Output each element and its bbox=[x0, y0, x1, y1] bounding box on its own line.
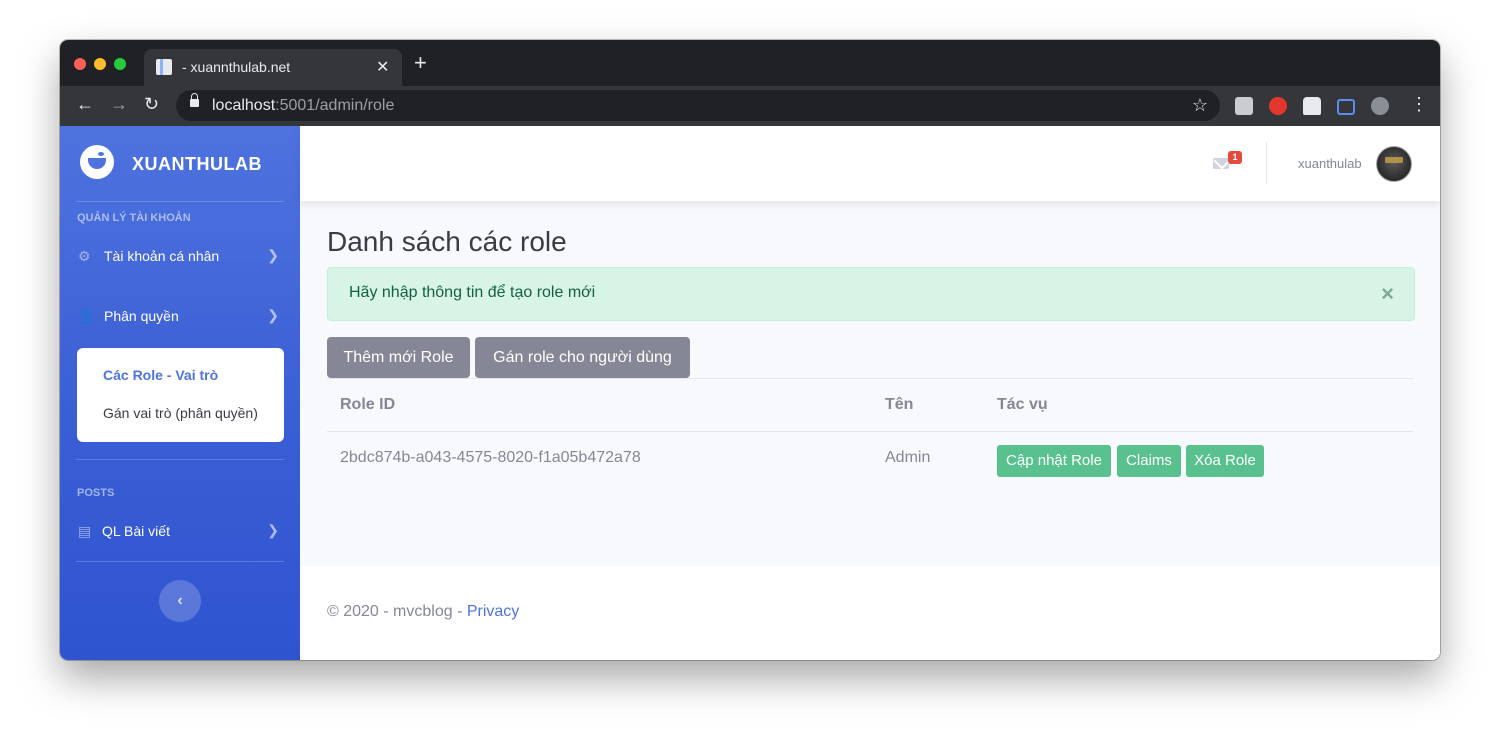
topbar-divider bbox=[1266, 142, 1267, 184]
sidebar-item-permissions[interactable]: 👤 Phân quyền ❯ bbox=[78, 305, 283, 327]
topbar: 1 xuanthulab bbox=[300, 126, 1440, 201]
sidebar-divider bbox=[76, 561, 284, 562]
browser-menu-icon[interactable]: ⋮ bbox=[1410, 94, 1428, 115]
browser-tab[interactable]: - xuannthulab.net ✕ bbox=[144, 49, 402, 86]
permissions-submenu: Các Role - Vai trò Gán vai trò (phân quy… bbox=[77, 348, 284, 442]
extension-print-icon[interactable] bbox=[1235, 97, 1253, 115]
reload-icon[interactable]: ↻ bbox=[144, 94, 159, 115]
sidebar-heading-account: QUẢN LÝ TÀI KHOẢN bbox=[77, 212, 191, 224]
back-arrow-icon[interactable]: ← bbox=[76, 94, 94, 115]
browser-toolbar: ← → ↻ localhost:5001/admin/role ☆ ⋮ bbox=[60, 86, 1440, 126]
update-role-button[interactable]: Cập nhật Role bbox=[997, 445, 1111, 477]
brand-name[interactable]: XUANTHULAB bbox=[132, 154, 262, 175]
add-role-button[interactable]: Thêm mới Role bbox=[327, 337, 470, 378]
sidebar-divider bbox=[76, 459, 284, 460]
extensions-puzzle-icon[interactable] bbox=[1303, 97, 1321, 115]
message-count-badge: 1 bbox=[1228, 151, 1242, 164]
user-cog-icon: 👤 bbox=[78, 308, 96, 324]
info-alert: Hãy nhập thông tin để tạo role mới × bbox=[327, 267, 1415, 321]
tab-close-icon[interactable]: ✕ bbox=[376, 57, 389, 77]
tab-strip: - xuannthulab.net ✕ + bbox=[60, 40, 1440, 86]
sidebar-item-label: Phân quyền bbox=[104, 308, 179, 324]
submenu-item-roles[interactable]: Các Role - Vai trò bbox=[103, 367, 218, 383]
tab-title: - xuannthulab.net bbox=[182, 59, 291, 75]
role-id-cell: 2bdc874b-a043-4575-8020-f1a05b472a78 bbox=[340, 449, 641, 466]
sidebar-item-posts[interactable]: ▤ QL Bài viết ❯ bbox=[78, 520, 283, 542]
sidebar-divider bbox=[76, 201, 284, 202]
user-avatar[interactable] bbox=[1376, 146, 1412, 182]
footer-text: © 2020 - mvcblog - Privacy bbox=[327, 603, 520, 620]
chevron-right-icon: ❯ bbox=[267, 307, 279, 323]
extension-stop-icon[interactable] bbox=[1269, 97, 1287, 115]
minimize-window-button[interactable] bbox=[94, 58, 106, 70]
footer: © 2020 - mvcblog - Privacy bbox=[300, 566, 1440, 660]
gear-icon: ⚙ bbox=[78, 248, 91, 264]
sidebar-heading-posts: POSTS bbox=[77, 487, 115, 499]
assign-role-button[interactable]: Gán role cho người dùng bbox=[475, 337, 690, 378]
bookmark-star-icon[interactable]: ☆ bbox=[1192, 95, 1208, 116]
sidebar-item-personal-account[interactable]: ⚙ Tài khoản cá nhân ❯ bbox=[78, 245, 283, 267]
username[interactable]: xuanthulab bbox=[1298, 156, 1362, 171]
table-top-border bbox=[327, 378, 1413, 379]
column-header-role-id: Role ID bbox=[340, 396, 396, 413]
close-icon[interactable]: × bbox=[1381, 281, 1394, 307]
column-header-actions: Tác vụ bbox=[997, 396, 1048, 413]
privacy-link[interactable]: Privacy bbox=[467, 603, 519, 620]
browser-window: - xuannthulab.net ✕ + ← → ↻ localhost:50… bbox=[60, 40, 1440, 660]
new-tab-button[interactable]: + bbox=[414, 52, 427, 74]
close-window-button[interactable] bbox=[74, 58, 86, 70]
maximize-window-button[interactable] bbox=[114, 58, 126, 70]
chevron-right-icon: ❯ bbox=[267, 522, 279, 538]
delete-role-button[interactable]: Xóa Role bbox=[1186, 445, 1264, 477]
envelope-icon[interactable] bbox=[1213, 158, 1229, 169]
sidebar-toggle-button[interactable]: ‹ bbox=[159, 580, 201, 622]
page-favicon-icon bbox=[156, 59, 172, 75]
profile-avatar-icon[interactable] bbox=[1371, 97, 1389, 115]
url-text[interactable]: localhost:5001/admin/role bbox=[212, 97, 394, 115]
list-icon: ▤ bbox=[78, 523, 92, 539]
claims-button[interactable]: Claims bbox=[1117, 445, 1181, 477]
table-header-border bbox=[327, 431, 1413, 432]
lock-icon bbox=[190, 93, 199, 107]
sidebar: XUANTHULAB QUẢN LÝ TÀI KHOẢN ⚙ Tài khoản… bbox=[60, 126, 300, 660]
alert-message: Hãy nhập thông tin để tạo role mới bbox=[349, 284, 596, 301]
sidebar-item-label: Tài khoản cá nhân bbox=[104, 248, 220, 264]
submenu-item-assign-roles[interactable]: Gán vai trò (phân quyền) bbox=[103, 405, 258, 421]
cast-icon[interactable] bbox=[1337, 99, 1355, 115]
address-bar[interactable]: localhost:5001/admin/role ☆ bbox=[176, 90, 1220, 121]
forward-arrow-icon[interactable]: → bbox=[110, 94, 128, 115]
column-header-name: Tên bbox=[885, 396, 914, 413]
sidebar-item-label: QL Bài viết bbox=[102, 523, 170, 539]
chevron-right-icon: ❯ bbox=[267, 247, 279, 263]
page-title: Danh sách các role bbox=[327, 226, 567, 257]
brand-logo-icon[interactable] bbox=[80, 145, 114, 179]
role-name-cell: Admin bbox=[885, 449, 931, 466]
